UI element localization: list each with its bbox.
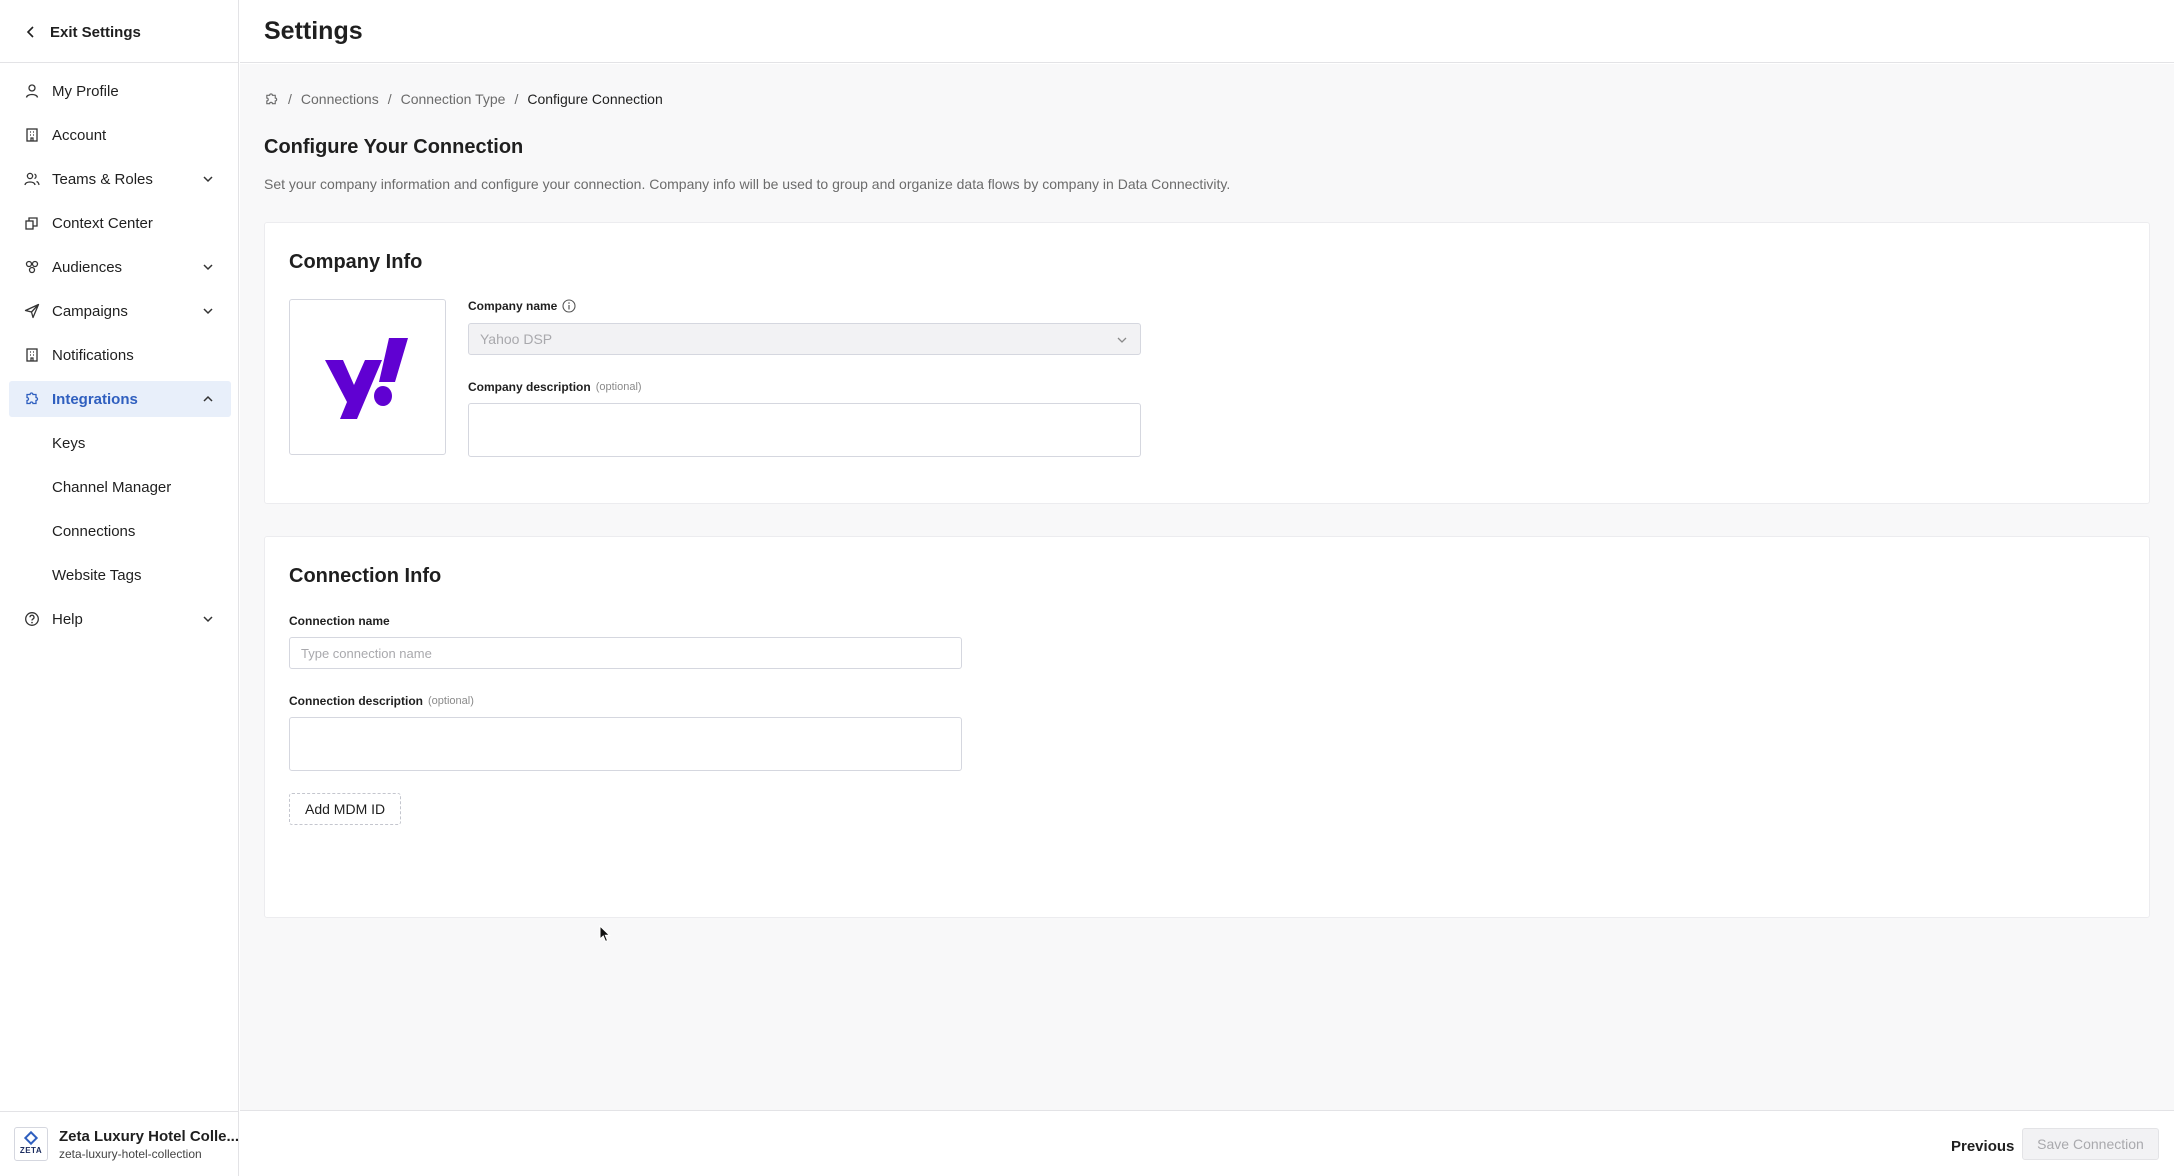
sidebar-nav: My Profile Account Teams & Roles Context…	[9, 73, 231, 645]
chevron-down-icon	[203, 176, 213, 183]
chevron-down-icon	[203, 264, 213, 271]
sidebar-item-campaigns[interactable]: Campaigns	[9, 293, 231, 329]
zeta-logo-icon: ZETA	[14, 1127, 48, 1161]
company-logo	[289, 299, 446, 455]
breadcrumb-current: Configure Connection	[527, 91, 663, 107]
connection-name-label: Connection name	[289, 614, 390, 628]
page-header-title: Settings	[264, 17, 363, 45]
puzzle-icon[interactable]	[264, 92, 279, 107]
sidebar-subitem-connections[interactable]: Connections	[9, 513, 231, 549]
sidebar-item-audiences[interactable]: Audiences	[9, 249, 231, 285]
add-mdm-id-label: Add MDM ID	[305, 801, 386, 817]
page-description: Set your company information and configu…	[264, 176, 1231, 192]
company-name-label-text: Company name	[468, 299, 558, 313]
org-logo-text: ZETA	[19, 1146, 43, 1155]
connection-description-label-text: Connection description	[289, 694, 424, 708]
breadcrumb-separator: /	[288, 91, 292, 107]
sidebar-item-label: Notifications	[52, 346, 134, 364]
sidebar-divider	[0, 62, 239, 63]
optional-hint: (optional)	[428, 695, 474, 707]
breadcrumb-separator: /	[387, 91, 392, 107]
company-description-label-text: Company description	[468, 380, 591, 394]
save-connection-button[interactable]: Save Connection	[2022, 1128, 2159, 1160]
company-info-title: Company Info	[289, 251, 423, 273]
sidebar-item-context-center[interactable]: Context Center	[9, 205, 231, 241]
sidebar-subitem-label: Keys	[52, 434, 86, 452]
company-description-field[interactable]	[468, 403, 1141, 457]
sidebar-item-label: Account	[52, 126, 107, 144]
page-title: Configure Your Connection	[264, 136, 524, 158]
yahoo-logo-icon	[324, 338, 408, 419]
action-footer: Previous Save Connection	[240, 1110, 2174, 1176]
sidebar-item-label: Audiences	[52, 258, 123, 276]
previous-button[interactable]: Previous	[1937, 1130, 2028, 1162]
bell-icon	[23, 346, 41, 364]
sidebar-item-my-profile[interactable]: My Profile	[9, 73, 231, 109]
sidebar-subitem-keys[interactable]: Keys	[9, 425, 231, 461]
send-icon	[23, 302, 41, 320]
sidebar-item-label: Integrations	[52, 390, 138, 408]
chevron-down-icon	[1117, 337, 1127, 343]
sidebar-item-label: Help	[52, 610, 83, 628]
company-description-label: Company description (optional)	[468, 380, 642, 394]
building-icon	[23, 126, 41, 144]
company-name-select[interactable]: Yahoo DSP	[468, 323, 1141, 355]
sidebar-subitem-label: Website Tags	[52, 566, 142, 584]
connection-info-title: Connection Info	[289, 565, 442, 587]
company-name-label: Company name	[468, 299, 576, 313]
add-mdm-id-button[interactable]: Add MDM ID	[289, 793, 402, 825]
sidebar-item-account[interactable]: Account	[9, 117, 231, 153]
sidebar-item-integrations[interactable]: Integrations	[9, 381, 231, 417]
chevron-down-icon	[203, 616, 213, 623]
help-icon	[23, 610, 41, 628]
sidebar: Exit Settings My Profile Account Teams &…	[0, 0, 239, 1176]
company-name-value: Yahoo DSP	[480, 331, 553, 347]
sidebar-item-label: Context Center	[52, 214, 153, 232]
info-icon[interactable]	[562, 299, 576, 313]
chevron-down-icon	[203, 308, 213, 315]
breadcrumb-connection-type[interactable]: Connection Type	[401, 91, 506, 107]
exit-settings-label: Exit Settings	[50, 23, 141, 41]
mouse-cursor-icon	[599, 925, 611, 943]
organization-switcher[interactable]: ZETA Zeta Luxury Hotel Colle... zeta-lux…	[0, 1111, 239, 1176]
sidebar-item-label: Campaigns	[52, 302, 128, 320]
org-name: Zeta Luxury Hotel Colle...	[58, 1127, 239, 1145]
page-header: Settings	[240, 0, 2174, 63]
exit-settings-button[interactable]: Exit Settings	[24, 18, 141, 46]
org-slug: zeta-luxury-hotel-collection	[58, 1146, 202, 1161]
breadcrumb: / Connections / Connection Type / Config…	[264, 89, 663, 109]
connection-description-field[interactable]	[289, 717, 962, 771]
previous-button-label: Previous	[1951, 1137, 2015, 1155]
sidebar-subitem-label: Connections	[52, 522, 136, 540]
chevron-up-icon	[203, 395, 213, 402]
puzzle-icon	[23, 390, 41, 408]
connection-name-input[interactable]	[289, 637, 962, 669]
layers-icon	[23, 214, 41, 232]
user-icon	[23, 82, 41, 100]
connection-info-card: Connection Info Connection name Connecti…	[264, 536, 2150, 918]
company-info-card: Company Info Company name Yahoo DSP Comp…	[264, 222, 2150, 504]
sidebar-item-teams-roles[interactable]: Teams & Roles	[9, 161, 231, 197]
connection-description-label: Connection description (optional)	[289, 694, 474, 708]
sidebar-item-notifications[interactable]: Notifications	[9, 337, 231, 373]
save-connection-label: Save Connection	[2037, 1136, 2144, 1152]
sidebar-item-label: Teams & Roles	[52, 170, 153, 188]
sidebar-item-help[interactable]: Help	[9, 601, 231, 637]
users-icon	[23, 170, 41, 188]
app: Exit Settings My Profile Account Teams &…	[0, 0, 2174, 1176]
audience-icon	[23, 258, 41, 276]
sidebar-subitem-label: Channel Manager	[52, 478, 172, 496]
sidebar-subitem-channel-manager[interactable]: Channel Manager	[9, 469, 231, 505]
breadcrumb-connections[interactable]: Connections	[301, 91, 379, 107]
sidebar-subitem-website-tags[interactable]: Website Tags	[9, 557, 231, 593]
sidebar-item-label: My Profile	[52, 82, 119, 100]
org-text: Zeta Luxury Hotel Colle... zeta-luxury-h…	[59, 1128, 239, 1161]
connection-name-label-text: Connection name	[289, 614, 390, 628]
chevron-left-icon	[26, 26, 34, 38]
optional-hint: (optional)	[595, 381, 642, 393]
main-content: / Connections / Connection Type / Config…	[240, 64, 2174, 1110]
breadcrumb-separator: /	[514, 91, 519, 107]
